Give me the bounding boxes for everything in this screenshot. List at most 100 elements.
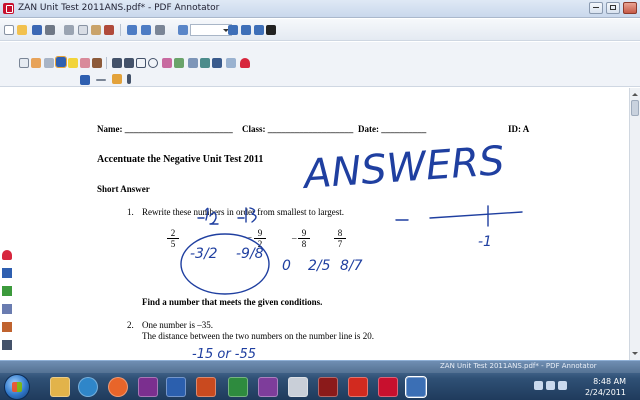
find-icon[interactable] — [155, 25, 165, 35]
section-heading: Short Answer — [97, 184, 150, 194]
question-2-answer-ink: -15 or -55 — [192, 347, 256, 360]
page-prev-icon[interactable] — [241, 25, 251, 35]
stamp-icon[interactable] — [2, 322, 12, 332]
answers-ink: ANSWERS — [299, 138, 505, 198]
ordered-item-3-ink: 0 — [282, 258, 291, 274]
toolbar-separator — [106, 57, 107, 69]
paste-icon[interactable] — [91, 25, 101, 35]
start-button[interactable] — [4, 374, 30, 400]
pen-width-icon[interactable] — [96, 79, 106, 81]
arrow-icon[interactable] — [124, 58, 134, 68]
pen-blue-icon[interactable] — [2, 268, 12, 278]
zoom-icon[interactable] — [44, 58, 54, 68]
tray-icon[interactable] — [534, 381, 543, 390]
snipping-tool-taskbar-icon[interactable] — [288, 377, 308, 397]
text-tool-icon[interactable] — [2, 304, 12, 314]
question-2-line-2: The distance between the two numbers on … — [142, 331, 374, 341]
minimize-button[interactable] — [589, 2, 603, 14]
question-1-text: Rewrite these numbers in order from smal… — [142, 207, 345, 217]
hand-icon[interactable] — [31, 58, 41, 68]
publisher-taskbar-icon[interactable] — [138, 377, 158, 397]
cut-icon[interactable] — [64, 25, 74, 35]
vertical-scrollbar[interactable] — [629, 88, 640, 360]
close-button[interactable] — [623, 2, 637, 14]
pin-icon[interactable] — [2, 340, 12, 350]
print-icon[interactable] — [45, 25, 55, 35]
heart-icon[interactable] — [2, 250, 12, 260]
fraction-neg-nine-halves: 92 – — [247, 228, 266, 249]
zoom-select[interactable] — [190, 24, 232, 36]
ordered-item-1-ink: -3/2 — [190, 246, 218, 262]
delete-icon[interactable] — [104, 25, 114, 35]
pdf-annotator-app-icon[interactable] — [3, 3, 14, 14]
instructions-text: Find a number that meets the given condi… — [142, 297, 323, 307]
main-toolbar — [0, 19, 640, 41]
windows-taskbar: ZAN Unit Test 2011ANS.pdf* - PDF Annotat… — [0, 360, 640, 400]
highlighter-icon[interactable] — [68, 58, 78, 68]
annotation-toolbar — [0, 42, 640, 127]
media-player-taskbar-icon[interactable] — [78, 377, 98, 397]
flash-taskbar-icon[interactable] — [318, 377, 338, 397]
pdf-annotator-taskbar-icon[interactable] — [378, 377, 398, 397]
ellipse-icon[interactable] — [148, 58, 158, 68]
id-label: ID: A — [508, 124, 530, 134]
marker-icon[interactable] — [162, 58, 172, 68]
heart-icon[interactable] — [240, 58, 250, 68]
numberline-ink — [429, 211, 523, 219]
comment-icon[interactable] — [174, 58, 184, 68]
table-icon[interactable] — [200, 58, 210, 68]
page-next-icon[interactable] — [254, 25, 264, 35]
ordered-item-5-ink: 8/7 — [340, 258, 363, 274]
ordered-item-4-ink: 2/5 — [308, 258, 331, 274]
tray-icon[interactable] — [546, 381, 555, 390]
copy-icon[interactable] — [78, 25, 88, 35]
select-icon[interactable] — [19, 58, 29, 68]
image-icon[interactable] — [188, 58, 198, 68]
maximize-button[interactable] — [606, 2, 620, 14]
line-icon[interactable] — [112, 58, 122, 68]
name-field-label: Name: ________________________ — [97, 124, 233, 134]
calculator-taskbar-icon[interactable] — [405, 376, 427, 398]
scroll-up-icon[interactable] — [632, 90, 638, 96]
pen-icon[interactable] — [55, 56, 67, 68]
open-icon[interactable] — [17, 25, 27, 35]
explorer-taskbar-icon[interactable] — [50, 377, 70, 397]
stamp-icon[interactable] — [92, 58, 102, 68]
taskbar-window-label[interactable]: ZAN Unit Test 2011ANS.pdf* - PDF Annotat… — [440, 362, 597, 370]
firefox-taskbar-icon[interactable] — [108, 377, 128, 397]
system-clock[interactable]: 8:48 AM 2/24/2011 — [566, 376, 626, 398]
scroll-down-icon[interactable] — [632, 352, 638, 358]
scrollbar-thumb[interactable] — [631, 100, 639, 116]
zoom-fit-icon[interactable] — [178, 25, 188, 35]
minus-sign: – — [292, 233, 297, 243]
word-taskbar-icon[interactable] — [166, 377, 186, 397]
new-icon[interactable] — [4, 25, 14, 35]
powerpoint-taskbar-icon[interactable] — [196, 377, 216, 397]
test-title: Accentuate the Negative Unit Test 2011 — [97, 154, 264, 165]
save-icon[interactable] — [32, 25, 42, 35]
minus-sign: – — [247, 232, 252, 242]
question-2-line-1: One number is –35. — [142, 320, 213, 330]
acrobat-taskbar-icon[interactable] — [348, 377, 368, 397]
eraser-icon[interactable] — [80, 58, 90, 68]
document-page[interactable]: Name: ________________________ Class: __… — [0, 88, 629, 360]
text-cursor-icon[interactable] — [127, 74, 131, 84]
numberline-label-ink: -1 — [478, 234, 492, 250]
page-first-icon[interactable] — [228, 25, 238, 35]
fraction-two-fifths: 25 — [167, 228, 179, 249]
question-2-number: 2. — [127, 320, 134, 330]
pen-green-icon[interactable] — [2, 286, 12, 296]
excel-taskbar-icon[interactable] — [228, 377, 248, 397]
fraction-eight-sevenths: 87 — [334, 228, 346, 249]
grid-icon[interactable] — [226, 58, 236, 68]
rectangle-icon[interactable] — [136, 58, 146, 68]
pen-style-icon[interactable] — [112, 74, 122, 84]
undo-icon[interactable] — [127, 25, 137, 35]
redo-icon[interactable] — [141, 25, 151, 35]
cross-icon[interactable] — [212, 58, 222, 68]
pen-color-icon[interactable] — [80, 75, 90, 85]
window-title: ZAN Unit Test 2011ANS.pdf* - PDF Annotat… — [18, 3, 220, 13]
onenote-taskbar-icon[interactable] — [258, 377, 278, 397]
pdf-annotator-window: ZAN Unit Test 2011ANS.pdf* - PDF Annotat… — [0, 0, 640, 400]
page-last-icon[interactable] — [266, 25, 276, 35]
